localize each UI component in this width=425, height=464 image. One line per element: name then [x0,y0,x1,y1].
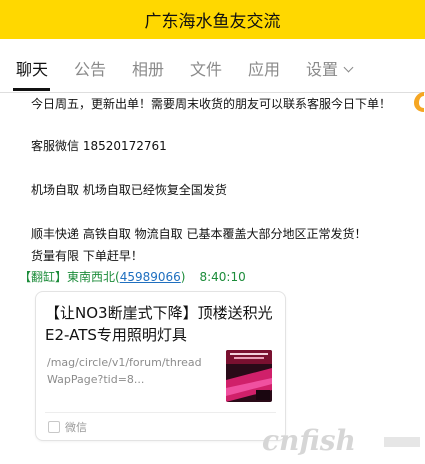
watermark-logo: cnfish [262,424,420,457]
title-bar: 广东海水鱼友交流 [0,0,425,39]
message-line: 顺丰快递 高铁自取 物流自取 已基本覆盖大部分地区正常发货！ [31,227,367,241]
tab-bar: 聊天 公告 相册 文件 应用 设置 [0,39,425,112]
sender-qq-link[interactable]: 45989066 [120,270,181,284]
group-title: 广东海水鱼友交流 [144,12,281,32]
message-sender: 【翻缸】東南西北(45989066) 8:40:10 [19,268,246,285]
card-thumbnail [226,350,272,402]
message-line: 货量有限 下单赶早！ [31,249,143,263]
card-source-label: 微信 [65,421,87,434]
tab-settings[interactable]: 设置 [306,56,354,80]
card-divider [45,412,276,413]
card-source: 微信 [48,419,87,435]
message-time: 8:40:10 [199,270,246,284]
tab-album[interactable]: 相册 [132,56,164,80]
chevron-down-icon [343,62,354,73]
message-line: 今日周五，更新出单！需要周末收货的朋友可以联系客服今日下单！ [31,97,392,111]
sender-nickname: 【翻缸】東南西北( [19,270,120,284]
wechat-icon [48,421,60,433]
tab-files[interactable]: 文件 [190,56,222,80]
tab-apps[interactable]: 应用 [248,56,280,80]
active-tab-indicator [13,88,50,91]
shared-link-card[interactable]: 【让NO3断崖式下降】顶楼送积光E2-ATS专用照明灯具 /mag/circle… [35,291,286,441]
tab-settings-label: 设置 [306,60,339,79]
phone-icon[interactable] [409,89,425,115]
card-title: 【让NO3断崖式下降】顶楼送积光E2-ATS专用照明灯具 [45,304,273,344]
message-line: 机场自取 机场自取已经恢复全国发货 [31,183,227,197]
sender-paren: ) [180,270,186,284]
tab-chat[interactable]: 聊天 [16,56,48,80]
tab-announcement[interactable]: 公告 [74,56,106,80]
card-url: /mag/circle/v1/forum/threadWapPage?tid=8… [47,356,202,386]
watermark-text: cnfish [262,424,356,457]
message-line: 客服微信 18520172761 [31,139,167,153]
